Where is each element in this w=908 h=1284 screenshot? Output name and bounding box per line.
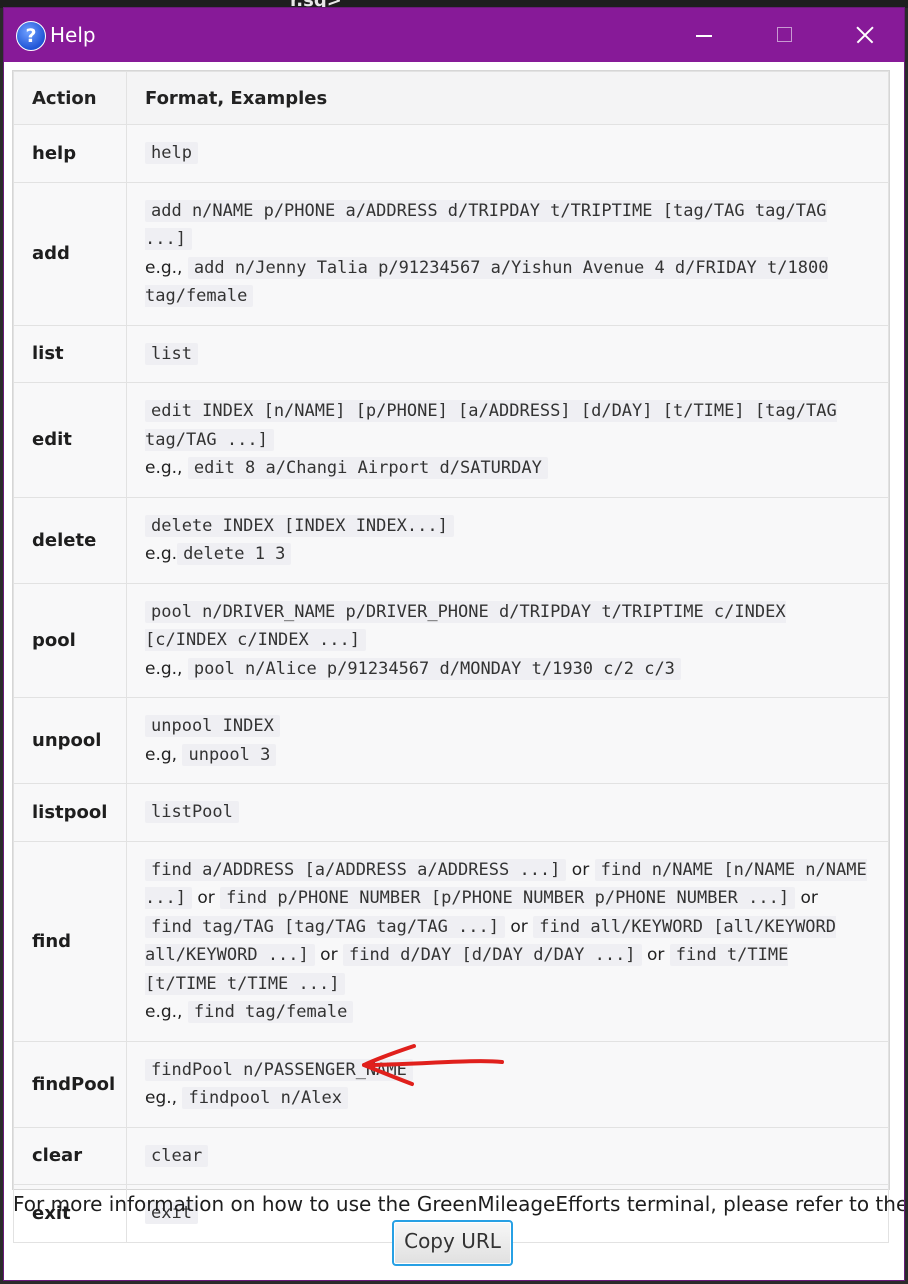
- example-label: or: [566, 859, 595, 880]
- format-line: unpool INDEX: [145, 712, 870, 741]
- action-cell: help: [13, 124, 127, 183]
- table-row: delete delete INDEX [INDEX INDEX...] e.g. d…: [13, 496, 889, 584]
- example-label: e.g.,: [145, 658, 188, 679]
- command-code: find d/DAY [d/DAY d/DAY ...]: [342, 944, 642, 966]
- format-cell: delete INDEX [INDEX INDEX...] e.g. delete …: [126, 496, 889, 584]
- format-line: e.g., find tag/female: [145, 998, 870, 1027]
- action-cell: pool: [13, 582, 127, 698]
- action-cell: list: [13, 324, 127, 383]
- example-label: e.g.,: [145, 1002, 188, 1022]
- command-code: delete 1 3: [177, 543, 292, 565]
- command-code: edit 8 a/Changi Airport d/SATURDAY: [187, 457, 548, 479]
- format-line: find a/ADDRESS [a/ADDRESS a/ADDRESS ...]…: [145, 856, 870, 999]
- example-label: or: [641, 945, 670, 965]
- background-terminal: r.sq>: [0, 0, 908, 11]
- format-cell: help: [126, 124, 889, 183]
- action-cell: edit: [13, 382, 127, 498]
- table-row: unpool unpool INDEX e.g, unpool 3: [13, 697, 889, 784]
- command-code: find tag/female: [187, 1001, 354, 1023]
- maximize-button[interactable]: [744, 8, 824, 62]
- format-cell: listPool: [126, 783, 889, 842]
- format-cell: list: [126, 324, 889, 383]
- command-code: listPool: [145, 801, 239, 823]
- title-bar[interactable]: ? Help: [4, 8, 904, 62]
- example-label: e.g.,: [145, 458, 188, 478]
- format-column-header[interactable]: Format, Examples: [126, 71, 889, 125]
- command-code: add n/Jenny Talia p/91234567 a/Yishun Av…: [145, 256, 829, 307]
- format-cell: unpool INDEX e.g, unpool 3: [126, 697, 889, 784]
- command-table-container[interactable]: Action Format, Examples help help add add n…: [12, 70, 890, 1243]
- table-row: clear clear: [13, 1126, 889, 1185]
- action-cell: findPool: [13, 1040, 127, 1128]
- example-label: e.g,: [145, 744, 183, 765]
- format-line: edit INDEX [n/NAME] [p/PHONE] [a/ADDRESS…: [145, 397, 870, 454]
- format-cell: find a/ADDRESS [a/ADDRESS a/ADDRESS ...]…: [126, 840, 889, 1042]
- command-code: clear: [145, 1144, 209, 1167]
- command-code: help: [145, 142, 198, 164]
- window-title: Help: [50, 23, 96, 47]
- example-label: or: [314, 945, 343, 965]
- table-row: help help: [13, 124, 889, 183]
- format-line: e.g. delete 1 3: [145, 540, 870, 569]
- example-label: e.g.,: [145, 257, 188, 278]
- format-line: clear: [145, 1142, 870, 1171]
- command-code: find a/ADDRESS [a/ADDRESS a/ADDRESS ...]: [145, 858, 567, 881]
- example-label: or: [191, 888, 221, 908]
- action-cell: listpool: [13, 783, 127, 842]
- format-line: help: [145, 139, 870, 168]
- format-line: e.g., pool n/Alice p/91234567 d/MONDAY t…: [145, 655, 870, 684]
- help-icon: ?: [16, 21, 46, 51]
- table-header-row: Action Format, Examples: [13, 71, 889, 125]
- table-row: pool pool n/DRIVER_NAME p/DRIVER_PHONE d/…: [13, 582, 889, 698]
- action-cell: find: [13, 840, 127, 1042]
- command-code: find p/PHONE NUMBER [p/PHONE NUMBER p/PH…: [220, 887, 796, 909]
- format-cell: pool n/DRIVER_NAME p/DRIVER_PHONE d/TRIP…: [126, 582, 889, 698]
- format-line: list: [145, 340, 870, 369]
- format-line: e.g., add n/Jenny Talia p/91234567 a/Yis…: [145, 254, 870, 311]
- copy-url-button[interactable]: Copy URL: [392, 1220, 513, 1266]
- close-button[interactable]: [824, 8, 904, 62]
- command-code: edit INDEX [n/NAME] [p/PHONE] [a/ADDRESS…: [145, 400, 837, 451]
- action-cell: clear: [13, 1126, 127, 1185]
- command-code: findpool n/Alex: [182, 1087, 348, 1109]
- action-cell: delete: [13, 496, 127, 584]
- command-code: unpool 3: [182, 743, 277, 766]
- command-code: unpool INDEX: [145, 715, 280, 737]
- format-line: delete INDEX [INDEX INDEX...]: [145, 512, 870, 541]
- example-label: or: [795, 888, 818, 908]
- minimize-button[interactable]: [664, 8, 744, 62]
- format-line: e.g., edit 8 a/Changi Airport d/SATURDAY: [145, 454, 870, 483]
- example-label: eg.,: [145, 1088, 183, 1108]
- table-row: listpool listPool: [13, 783, 889, 842]
- format-line: pool n/DRIVER_NAME p/DRIVER_PHONE d/TRIP…: [145, 598, 870, 655]
- command-code: add n/NAME p/PHONE a/ADDRESS d/TRIPDAY t…: [145, 199, 827, 250]
- command-code: delete INDEX [INDEX INDEX...]: [145, 514, 454, 537]
- table-row: add add n/NAME p/PHONE a/ADDRESS d/TRIPDA…: [13, 181, 889, 326]
- example-label: or: [505, 916, 534, 937]
- action-column-header[interactable]: Action: [13, 71, 127, 125]
- format-cell: clear: [126, 1126, 889, 1185]
- command-code: pool n/DRIVER_NAME p/DRIVER_PHONE d/TRIP…: [145, 600, 786, 651]
- red-arrow-icon: [362, 1044, 504, 1086]
- command-code: find tag/TAG [tag/TAG tag/TAG ...]: [145, 915, 505, 938]
- format-line: e.g, unpool 3: [145, 741, 870, 770]
- help-window: ? Help Action Format, Examples help help a…: [4, 8, 904, 1280]
- table-row: edit edit INDEX [n/NAME] [p/PHONE] [a/ADD…: [13, 382, 889, 498]
- action-cell: add: [13, 181, 127, 326]
- command-code: pool n/Alice p/91234567 d/MONDAY t/1930 …: [187, 657, 681, 680]
- format-line: add n/NAME p/PHONE a/ADDRESS d/TRIPDAY t…: [145, 197, 870, 254]
- footer-info-text: For more information on how to use the G…: [13, 1192, 904, 1216]
- command-code: list: [145, 342, 198, 365]
- example-label: e.g.: [145, 544, 178, 564]
- format-line: listPool: [145, 798, 870, 827]
- format-cell: add n/NAME p/PHONE a/ADDRESS d/TRIPDAY t…: [126, 181, 889, 326]
- format-cell: edit INDEX [n/NAME] [p/PHONE] [a/ADDRESS…: [126, 382, 889, 498]
- action-cell: unpool: [13, 697, 127, 784]
- table-row: find find a/ADDRESS [a/ADDRESS a/ADDRESS …: [13, 840, 889, 1042]
- table-row: list list: [13, 324, 889, 383]
